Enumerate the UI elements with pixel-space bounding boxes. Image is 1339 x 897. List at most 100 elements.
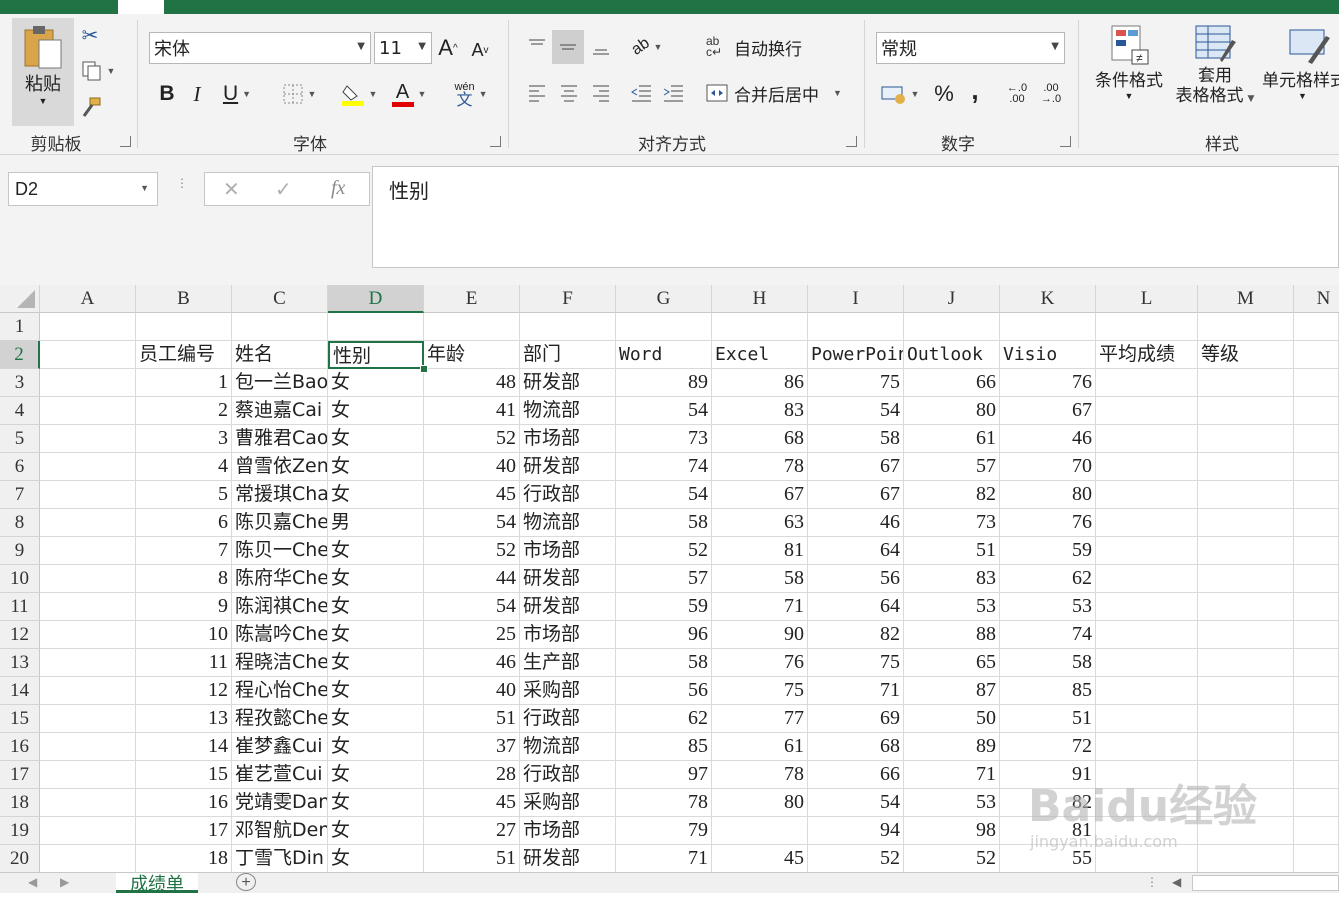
cell-n16[interactable] [1294, 733, 1339, 761]
cell-d20[interactable]: 女 [328, 845, 424, 873]
cell-m7[interactable] [1198, 481, 1294, 509]
cell-f15[interactable]: 行政部 [520, 705, 616, 733]
cell-d8[interactable]: 男 [328, 509, 424, 537]
cell-j9[interactable]: 51 [904, 537, 1000, 565]
format-painter-icon[interactable] [78, 94, 104, 120]
cell-h19[interactable] [712, 817, 808, 845]
cell-m11[interactable] [1198, 593, 1294, 621]
cell-f16[interactable]: 物流部 [520, 733, 616, 761]
cell-b11[interactable]: 9 [136, 593, 232, 621]
cell-a3[interactable] [40, 369, 136, 397]
cell-k4[interactable]: 67 [1000, 397, 1096, 425]
cell-i17[interactable]: 66 [808, 761, 904, 789]
row-header-14[interactable]: 14 [0, 677, 40, 705]
cell-j5[interactable]: 61 [904, 425, 1000, 453]
cell-e13[interactable]: 46 [424, 649, 520, 677]
cell-e16[interactable]: 37 [424, 733, 520, 761]
column-header-c[interactable]: C [232, 285, 328, 313]
cell-k2[interactable]: Visio [1000, 341, 1096, 369]
cell-e4[interactable]: 41 [424, 397, 520, 425]
cell-j11[interactable]: 53 [904, 593, 1000, 621]
cell-m3[interactable] [1198, 369, 1294, 397]
cell-h17[interactable]: 78 [712, 761, 808, 789]
enter-icon[interactable]: ✓ [275, 177, 292, 202]
fill-color-button[interactable]: ▼ [336, 80, 382, 108]
cell-i11[interactable]: 64 [808, 593, 904, 621]
horizontal-scroll-left-icon[interactable]: ◀ [1172, 875, 1181, 889]
cell-f4[interactable]: 物流部 [520, 397, 616, 425]
cell-c11[interactable]: 陈润祺Che [232, 593, 328, 621]
cell-l2[interactable]: 平均成绩 [1096, 341, 1198, 369]
cell-g6[interactable]: 74 [616, 453, 712, 481]
cell-k15[interactable]: 51 [1000, 705, 1096, 733]
cell-j4[interactable]: 80 [904, 397, 1000, 425]
cell-j17[interactable]: 71 [904, 761, 1000, 789]
cell-g18[interactable]: 78 [616, 789, 712, 817]
phonetic-button[interactable]: wén 文 ▼ [448, 78, 494, 110]
grow-font-button[interactable]: A ^ [436, 34, 460, 62]
row-header-13[interactable]: 13 [0, 649, 40, 677]
cell-i8[interactable]: 46 [808, 509, 904, 537]
font-family-select[interactable]: 宋体 ▼ [149, 32, 371, 64]
underline-button[interactable]: U ▼ [214, 80, 260, 108]
cell-n9[interactable] [1294, 537, 1339, 565]
column-header-g[interactable]: G [616, 285, 712, 313]
cell-c18[interactable]: 党靖雯Dan [232, 789, 328, 817]
cell-n1[interactable] [1294, 313, 1339, 341]
cell-a18[interactable] [40, 789, 136, 817]
cell-i18[interactable]: 54 [808, 789, 904, 817]
cell-m12[interactable] [1198, 621, 1294, 649]
cell-h9[interactable]: 81 [712, 537, 808, 565]
row-header-9[interactable]: 9 [0, 537, 40, 565]
cell-g19[interactable]: 79 [616, 817, 712, 845]
cell-j19[interactable]: 98 [904, 817, 1000, 845]
cell-k16[interactable]: 72 [1000, 733, 1096, 761]
cell-n8[interactable] [1294, 509, 1339, 537]
row-header-12[interactable]: 12 [0, 621, 40, 649]
cell-f17[interactable]: 行政部 [520, 761, 616, 789]
cell-a4[interactable] [40, 397, 136, 425]
cell-c15[interactable]: 程孜懿Che [232, 705, 328, 733]
cell-n18[interactable] [1294, 789, 1339, 817]
cell-c17[interactable]: 崔艺萱Cui [232, 761, 328, 789]
cell-f14[interactable]: 采购部 [520, 677, 616, 705]
cell-e10[interactable]: 44 [424, 565, 520, 593]
cell-c1[interactable] [232, 313, 328, 341]
cell-f11[interactable]: 研发部 [520, 593, 616, 621]
cell-e19[interactable]: 27 [424, 817, 520, 845]
cancel-icon[interactable]: ✕ [223, 177, 240, 202]
cell-styles-button[interactable]: 单元格样式 ▼ [1262, 22, 1339, 118]
cell-k10[interactable]: 62 [1000, 565, 1096, 593]
formula-input[interactable]: 性别 [372, 166, 1339, 268]
column-header-a[interactable]: A [40, 285, 136, 313]
cell-g1[interactable] [616, 313, 712, 341]
cell-b14[interactable]: 12 [136, 677, 232, 705]
cell-j18[interactable]: 53 [904, 789, 1000, 817]
column-header-e[interactable]: E [424, 285, 520, 313]
cell-i4[interactable]: 54 [808, 397, 904, 425]
cell-n12[interactable] [1294, 621, 1339, 649]
borders-button[interactable]: ▼ [276, 80, 322, 108]
row-header-11[interactable]: 11 [0, 593, 40, 621]
accounting-format-button[interactable]: ▼ [876, 80, 924, 108]
cell-b4[interactable]: 2 [136, 397, 232, 425]
cell-a14[interactable] [40, 677, 136, 705]
cell-n3[interactable] [1294, 369, 1339, 397]
cell-f8[interactable]: 物流部 [520, 509, 616, 537]
cell-g17[interactable]: 97 [616, 761, 712, 789]
cell-l8[interactable] [1096, 509, 1198, 537]
cell-f19[interactable]: 市场部 [520, 817, 616, 845]
row-header-8[interactable]: 8 [0, 509, 40, 537]
cell-a20[interactable] [40, 845, 136, 873]
cell-j12[interactable]: 88 [904, 621, 1000, 649]
comma-button[interactable]: , [962, 75, 988, 105]
row-header-20[interactable]: 20 [0, 845, 40, 873]
cell-h14[interactable]: 75 [712, 677, 808, 705]
cell-m15[interactable] [1198, 705, 1294, 733]
cell-i7[interactable]: 67 [808, 481, 904, 509]
cell-d10[interactable]: 女 [328, 565, 424, 593]
cut-icon[interactable]: ✂ [78, 22, 102, 48]
cell-a17[interactable] [40, 761, 136, 789]
cell-h1[interactable] [712, 313, 808, 341]
cell-b1[interactable] [136, 313, 232, 341]
